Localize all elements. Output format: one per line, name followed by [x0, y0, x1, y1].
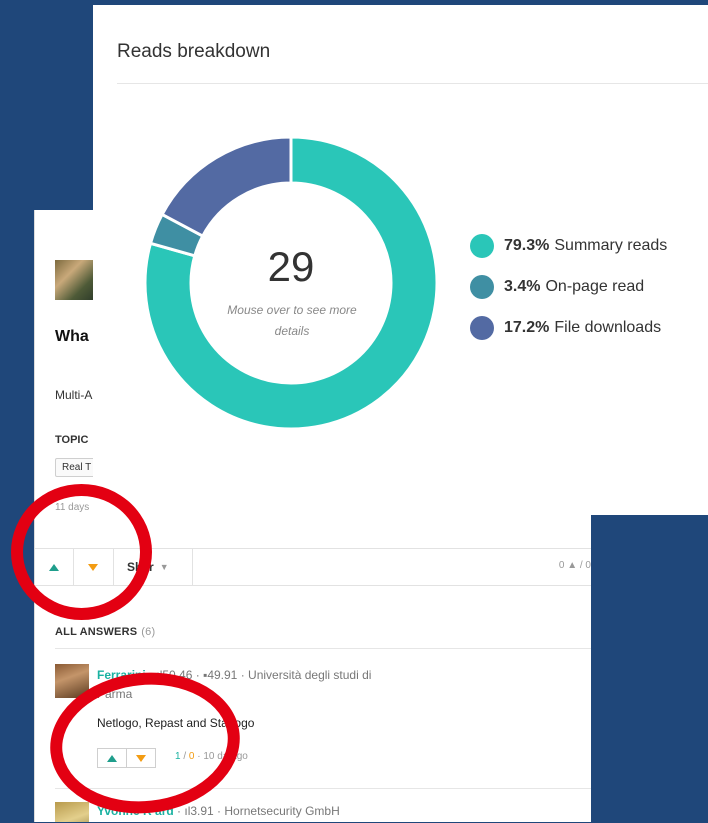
legend-percent: 79.3%: [504, 236, 550, 254]
donut-slice-file-downloads[interactable]: [160, 135, 293, 239]
chevron-down-icon: ▼: [159, 562, 169, 572]
legend-percent: 17.2%: [504, 318, 550, 336]
legend-item[interactable]: 3.4% On-page read: [470, 266, 667, 307]
annotation-circle: [11, 484, 152, 620]
answer-affiliation[interactable]: Università degli studi di: [248, 668, 371, 682]
answers-header-label: ALL ANSWERS: [55, 626, 138, 638]
donut-total: 29: [267, 243, 315, 290]
legend-swatch: [470, 233, 494, 258]
legend-item[interactable]: 79.3% Summary reads: [470, 225, 667, 266]
answers-count: (6): [141, 626, 156, 638]
reads-breakdown-card: Reads breakdown 29 Mouse over to see mor…: [93, 5, 708, 515]
chart-legend: 79.3% Summary reads 3.4% On-page read 17.2% F…: [470, 225, 667, 348]
impact-score: 49.91: [207, 668, 238, 682]
divider: [55, 648, 591, 649]
rg-score: 3.91: [190, 804, 214, 818]
legend-label: File downloads: [554, 318, 662, 336]
author-avatar[interactable]: [55, 260, 95, 300]
donut-hint: Mouse over to see more details: [227, 303, 357, 338]
card-title: Reads breakdown: [117, 41, 271, 62]
legend-swatch: [470, 274, 494, 299]
divider: [117, 83, 708, 84]
answer-author-avatar[interactable]: [55, 802, 89, 822]
legend-label: Summary reads: [554, 236, 668, 254]
legend-percent: 3.4%: [504, 277, 541, 295]
legend-item[interactable]: 17.2% File downloads: [470, 307, 667, 348]
legend-label: On-page read: [545, 277, 645, 295]
answer-affiliation[interactable]: Hornetsecurity GmbH: [224, 804, 339, 818]
vote-count: 0 ▲ / 0: [558, 560, 591, 571]
legend-swatch: [470, 315, 494, 340]
answers-header: ALL ANSWERS (6): [55, 626, 155, 638]
